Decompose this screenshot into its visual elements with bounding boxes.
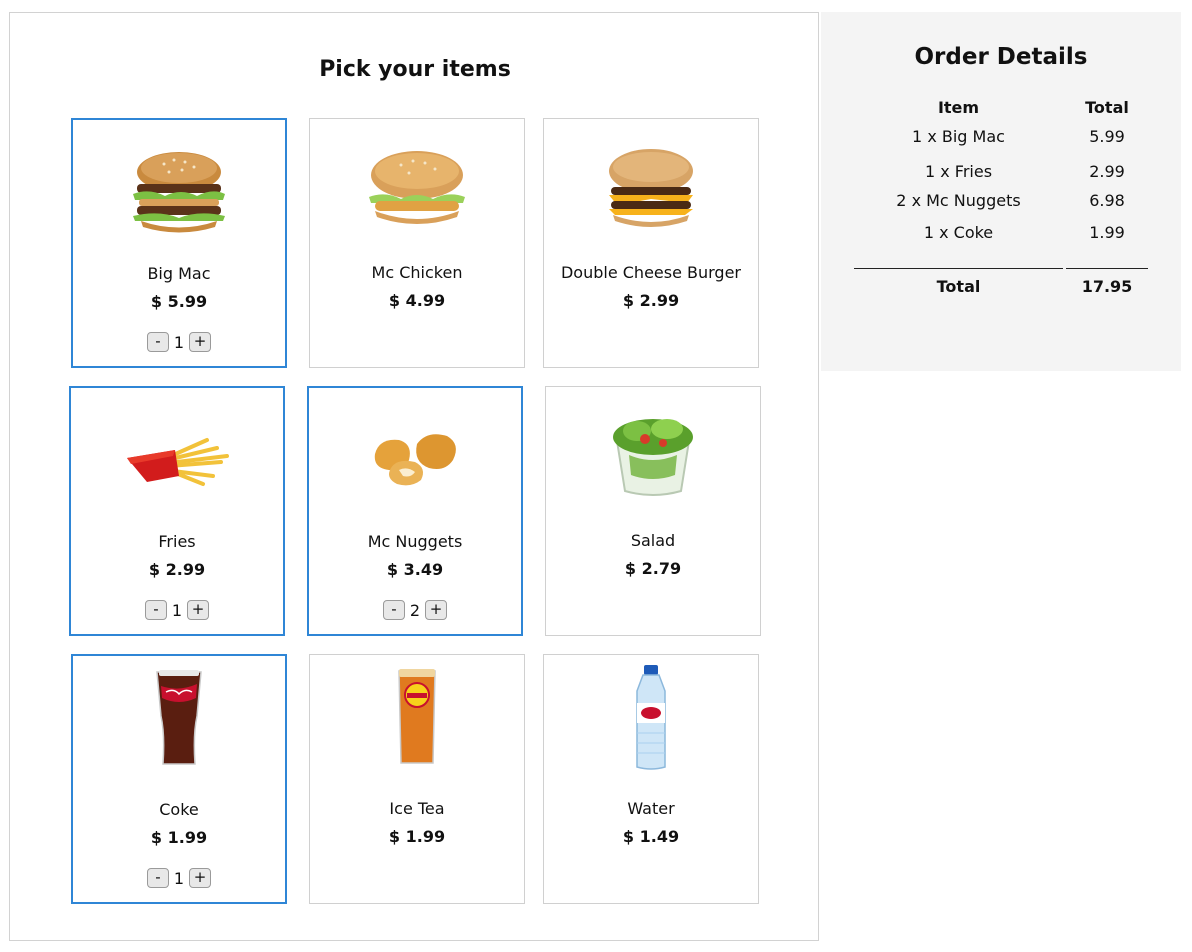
salad-image (613, 419, 693, 496)
item-price: $ 3.49 (386, 560, 444, 579)
order-total-value: 17.95 (1081, 277, 1133, 296)
order-line: 1 x Fries 2.99 (854, 162, 1148, 184)
quantity-stepper: - 1 + (71, 600, 283, 620)
item-name: Mc Nuggets (367, 532, 463, 551)
quantity-stepper: - 1 + (73, 332, 285, 352)
menu-panel: Pick your items Big Mac $ 5.99 - 1 + Mc … (9, 12, 819, 941)
quantity-value: 1 (173, 332, 185, 352)
coke-image (156, 670, 202, 765)
order-total-row: Total 17.95 (854, 277, 1148, 299)
order-line: 1 x Coke 1.99 (854, 223, 1148, 245)
item-price: $ 2.79 (624, 559, 682, 578)
item-card-coke[interactable]: Coke $ 1.99 - 1 + (71, 654, 287, 904)
mc-nuggets-image (374, 434, 456, 486)
item-name: Mc Chicken (371, 263, 463, 282)
item-name: Ice Tea (389, 799, 445, 818)
fries-image (127, 438, 229, 486)
item-card-mc-chicken[interactable]: Mc Chicken $ 4.99 (309, 118, 525, 368)
item-name: Fries (158, 532, 196, 551)
order-line-total: 5.99 (1089, 127, 1125, 146)
menu-title: Pick your items (319, 57, 511, 82)
item-card-salad[interactable]: Salad $ 2.79 (545, 386, 761, 636)
column-header-item: Item (937, 98, 980, 117)
item-name: Big Mac (147, 264, 211, 283)
item-name: Double Cheese Burger (560, 263, 742, 282)
increase-button[interactable]: + (425, 600, 447, 620)
order-details-panel: Order Details Item Total 1 x Big Mac 5.9… (821, 12, 1181, 371)
increase-button[interactable]: + (187, 600, 209, 620)
ice-tea-image (398, 669, 436, 764)
order-line-item: 1 x Coke (923, 223, 994, 242)
water-image (636, 665, 666, 770)
order-line-item: 2 x Mc Nuggets (896, 191, 1021, 210)
quantity-value: 2 (409, 600, 421, 620)
item-price: $ 1.49 (622, 827, 680, 846)
order-line-total: 2.99 (1089, 162, 1125, 181)
item-card-mc-nuggets[interactable]: Mc Nuggets $ 3.49 - 2 + (307, 386, 523, 636)
increase-button[interactable]: + (189, 332, 211, 352)
order-line: 1 x Big Mac 5.99 (854, 127, 1148, 149)
item-price: $ 2.99 (148, 560, 206, 579)
order-line-total: 1.99 (1089, 223, 1125, 242)
order-title: Order Details (914, 44, 1088, 70)
quantity-stepper: - 1 + (73, 868, 285, 888)
order-line-total: 6.98 (1089, 191, 1125, 210)
item-name: Salad (630, 531, 676, 550)
item-price: $ 1.99 (388, 827, 446, 846)
item-card-double-cheese-burger[interactable]: Double Cheese Burger $ 2.99 (543, 118, 759, 368)
order-total-label: Total (936, 277, 981, 296)
order-line: 2 x Mc Nuggets 6.98 (854, 191, 1148, 213)
double-cheese-burger-image (609, 149, 693, 227)
increase-button[interactable]: + (189, 868, 211, 888)
order-line-item: 1 x Big Mac (912, 127, 1005, 146)
item-card-fries[interactable]: Fries $ 2.99 - 1 + (69, 386, 285, 636)
mc-chicken-image (369, 151, 465, 224)
quantity-value: 1 (171, 600, 183, 620)
item-price: $ 5.99 (150, 292, 208, 311)
order-line-item: 1 x Fries (924, 162, 993, 181)
item-name: Coke (159, 800, 199, 819)
decrease-button[interactable]: - (147, 332, 169, 352)
total-divider (854, 268, 1063, 269)
decrease-button[interactable]: - (383, 600, 405, 620)
item-name: Water (627, 799, 675, 818)
item-price: $ 4.99 (388, 291, 446, 310)
big-mac-image (133, 152, 225, 233)
decrease-button[interactable]: - (145, 600, 167, 620)
item-card-ice-tea[interactable]: Ice Tea $ 1.99 (309, 654, 525, 904)
quantity-stepper: - 2 + (309, 600, 521, 620)
column-header-total: Total (1085, 98, 1129, 117)
item-card-water[interactable]: Water $ 1.49 (543, 654, 759, 904)
item-card-big-mac[interactable]: Big Mac $ 5.99 - 1 + (71, 118, 287, 368)
decrease-button[interactable]: - (147, 868, 169, 888)
item-price: $ 2.99 (622, 291, 680, 310)
quantity-value: 1 (173, 868, 185, 888)
order-header-row: Item Total (854, 98, 1148, 120)
total-divider (1066, 268, 1148, 269)
item-price: $ 1.99 (150, 828, 208, 847)
